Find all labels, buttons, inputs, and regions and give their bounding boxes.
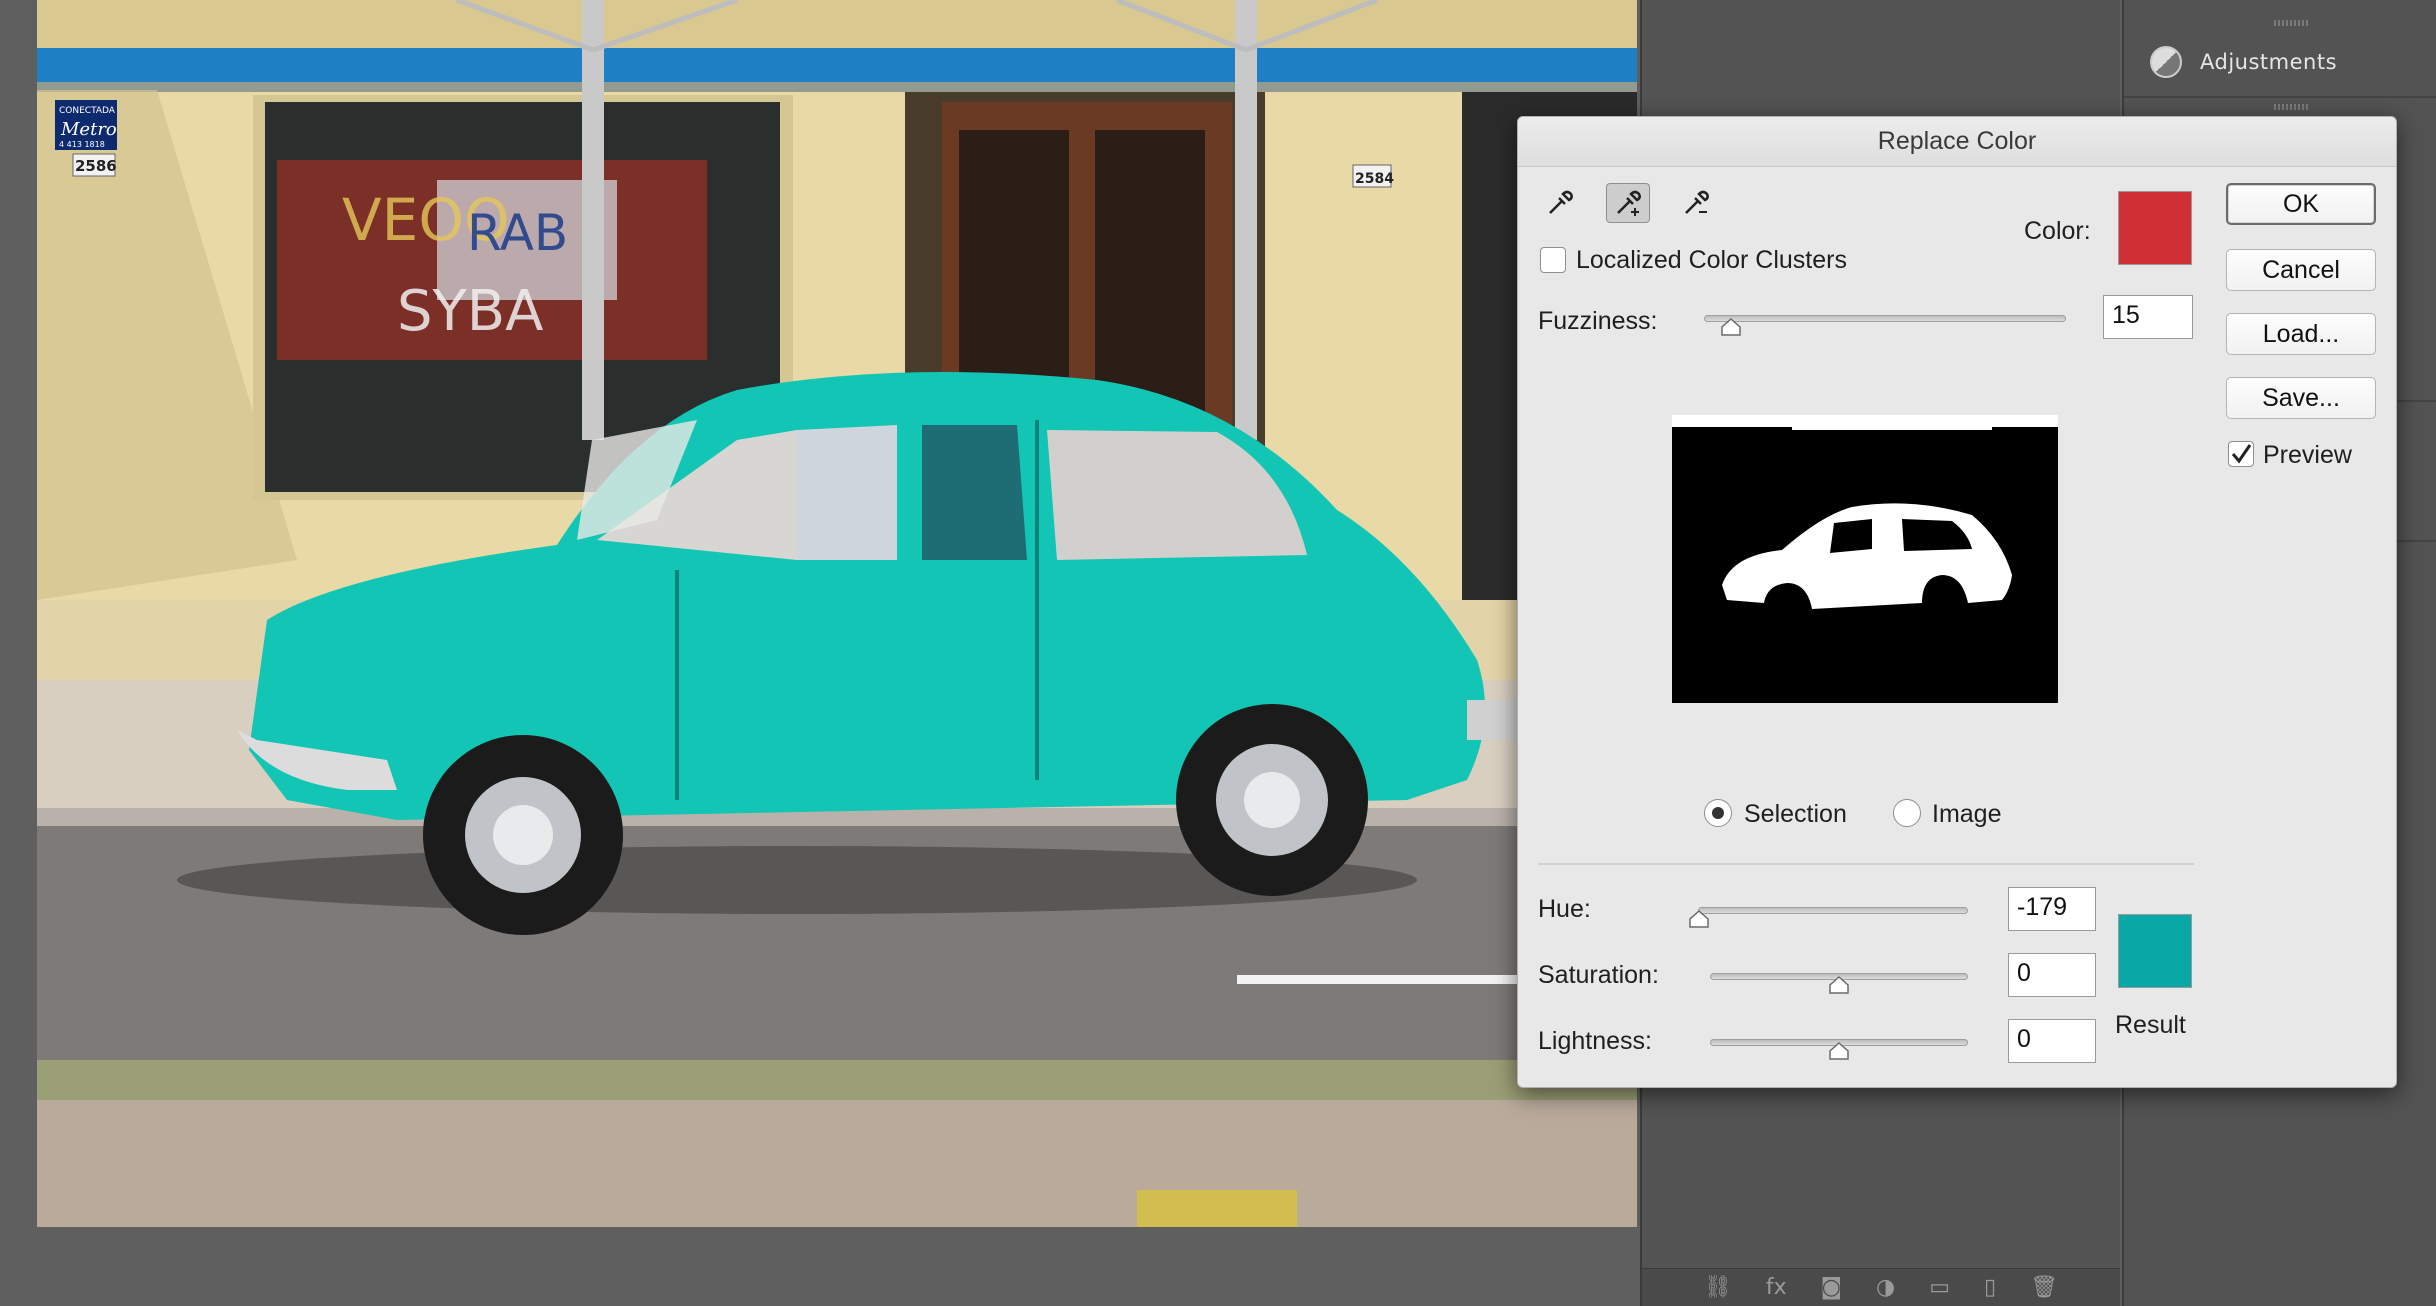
svg-text:CONECTADA: CONECTADA xyxy=(59,106,116,116)
panel-grip[interactable] xyxy=(2274,104,2310,110)
section-divider xyxy=(1538,863,2194,865)
eyedropper-minus-icon xyxy=(1685,190,1709,214)
window-text-0: RAB xyxy=(467,204,568,262)
document-canvas[interactable]: VEOO RAB SYBA 2584 CONECTADA Metro 4 413… xyxy=(37,0,1637,1227)
fuzziness-slider[interactable] xyxy=(1704,315,2066,322)
folder-icon[interactable]: ▭ xyxy=(1929,1275,1950,1300)
eyedropper-subtract-button[interactable] xyxy=(1674,183,1718,223)
fuzziness-input[interactable]: 15 xyxy=(2103,295,2193,339)
image-radio[interactable] xyxy=(1893,799,1921,827)
adjustments-label: Adjustments xyxy=(2200,50,2338,74)
cancel-button[interactable]: Cancel xyxy=(2226,249,2376,291)
saturation-slider-thumb[interactable] xyxy=(1828,975,1850,995)
save-button[interactable]: Save... xyxy=(2226,377,2376,419)
localized-clusters-checkbox[interactable] xyxy=(1540,247,1566,273)
fuzziness-slider-thumb[interactable] xyxy=(1720,317,1742,337)
adjustments-icon xyxy=(2150,46,2182,78)
hue-slider[interactable] xyxy=(1698,907,1968,914)
saturation-input[interactable]: 0 xyxy=(2008,953,2096,997)
eyedropper-add-button[interactable] xyxy=(1606,183,1650,223)
link-icon[interactable]: ⛓ xyxy=(1704,1275,1732,1300)
preview-checkbox[interactable] xyxy=(2228,441,2254,467)
selection-label: Selection xyxy=(1744,800,1847,828)
layers-footer: ⛓ fx ◙ ◑ ▭ ▯ 🗑 xyxy=(1642,1268,2120,1306)
hue-slider-thumb[interactable] xyxy=(1688,909,1710,929)
result-label: Result xyxy=(2115,1011,2186,1039)
panel-grip[interactable] xyxy=(2274,20,2310,26)
lightness-label: Lightness: xyxy=(1538,1027,1652,1055)
svg-text:4 413 1818: 4 413 1818 xyxy=(59,140,105,149)
selection-preview xyxy=(1672,415,2058,703)
window-text-2: SYBA xyxy=(397,279,543,344)
dialog-title[interactable]: Replace Color xyxy=(1518,117,2396,167)
car-photo: VEOO RAB SYBA 2584 CONECTADA Metro 4 413… xyxy=(37,0,1637,1227)
checkmark-icon xyxy=(2231,444,2252,464)
result-swatch[interactable] xyxy=(2118,914,2192,988)
adjustment-icon[interactable]: ◑ xyxy=(1876,1275,1895,1300)
trash-icon[interactable]: 🗑 xyxy=(2030,1275,2058,1300)
new-layer-icon[interactable]: ▯ xyxy=(1984,1275,1996,1300)
adjustments-tab[interactable]: Adjustments xyxy=(2124,28,2436,98)
mask-icon[interactable]: ◙ xyxy=(1821,1275,1842,1300)
load-button[interactable]: Load... xyxy=(2226,313,2376,355)
lightness-input[interactable]: 0 xyxy=(2008,1019,2096,1063)
svg-text:2586: 2586 xyxy=(75,157,117,175)
hue-label: Hue: xyxy=(1538,895,1591,923)
localized-clusters-label: Localized Color Clusters xyxy=(1576,246,1847,274)
eyedropper-button[interactable] xyxy=(1538,183,1582,223)
fuzziness-label: Fuzziness: xyxy=(1538,307,1658,335)
lightness-slider-thumb[interactable] xyxy=(1828,1041,1850,1061)
hue-input[interactable]: -179 xyxy=(2008,887,2096,931)
eyedropper-plus-icon xyxy=(1617,190,1641,216)
selection-radio[interactable] xyxy=(1704,799,1732,827)
fx-icon[interactable]: fx xyxy=(1766,1275,1787,1300)
color-label: Color: xyxy=(2024,217,2091,245)
replace-color-dialog: Replace Color Localized Color Clusters C… xyxy=(1517,116,2397,1088)
svg-text:Metro: Metro xyxy=(60,119,117,140)
saturation-label: Saturation: xyxy=(1538,961,1659,989)
door-number: 2584 xyxy=(1355,171,1394,187)
eyedropper-icon xyxy=(1549,190,1573,214)
color-swatch[interactable] xyxy=(2118,191,2192,265)
preview-label: Preview xyxy=(2263,441,2352,469)
ok-button[interactable]: OK xyxy=(2226,183,2376,225)
image-label: Image xyxy=(1932,800,2002,828)
